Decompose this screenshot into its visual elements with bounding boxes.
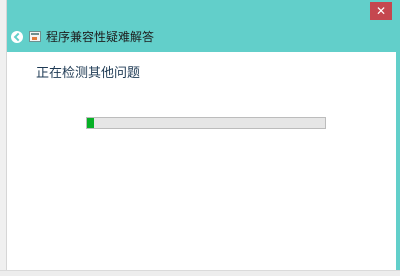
window-left-edge (0, 0, 7, 276)
window-bottom-edge (0, 270, 400, 276)
back-arrow-icon[interactable] (11, 31, 23, 43)
status-heading: 正在检测其他问题 (36, 66, 141, 81)
close-button[interactable]: ✕ (370, 2, 392, 20)
troubleshooter-window: ✕ 程序兼容性疑难解答 正在检测其他问题 (0, 0, 400, 276)
progress-bar-fill (87, 118, 95, 128)
window-title: 程序兼容性疑难解答 (46, 30, 155, 44)
troubleshooter-app-icon (29, 31, 41, 42)
progress-bar (86, 117, 326, 129)
close-icon: ✕ (375, 4, 387, 18)
title-bar: ✕ 程序兼容性疑难解答 (7, 0, 400, 52)
